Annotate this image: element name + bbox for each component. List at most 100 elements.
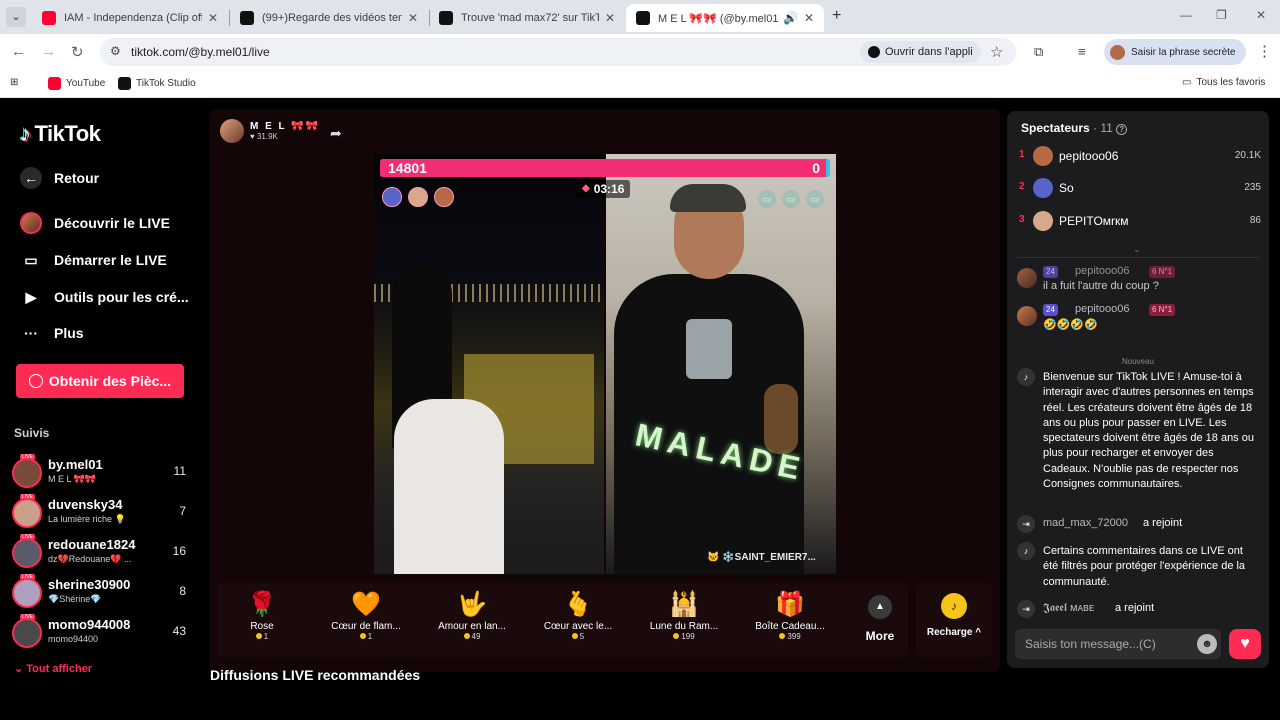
gift-love-sign[interactable]: 🤟 Amour en lan... 49: [428, 589, 516, 649]
gift-heart-flame[interactable]: 🧡 Cœur de flam... 1: [322, 589, 410, 649]
address-bar[interactable]: ⚙ tiktok.com/@by.mel01/live Ouvrir dans …: [100, 38, 1016, 66]
media-controls-icon[interactable]: ≡: [1078, 44, 1086, 59]
speaker-icon[interactable]: 🔊: [783, 11, 798, 25]
chat-username: pepitooo06: [1075, 265, 1130, 277]
browser-menu-icon[interactable]: ⋮: [1257, 42, 1272, 60]
battle-video[interactable]: MALADE 14801 0 ◆ 03:16 ▭ ▭ ▭ 🐱 ❄️SAINT_E…: [374, 154, 836, 574]
gift-ramadan-moon[interactable]: 🕌 Lune du Ram... 199: [640, 589, 728, 649]
empty-seat-icon: ▭: [806, 190, 824, 208]
nav-start-live[interactable]: ▭ Démarrer le LIVE: [20, 249, 166, 271]
nav-more[interactable]: ··· Plus: [20, 322, 84, 344]
close-window-icon[interactable]: ✕: [1256, 8, 1266, 22]
recommended-live-heading: Diffusions LIVE recommandées: [210, 667, 421, 683]
new-tab-icon[interactable]: +: [832, 7, 841, 25]
site-settings-icon[interactable]: ⚙: [110, 44, 121, 58]
gift-name: Cœur de flam...: [331, 621, 401, 632]
system-message-filter: ♪ Certains commentaires dans ce LIVE ont…: [1017, 542, 1261, 592]
following-item[interactable]: LIVE duvensky34 La lumière riche 💡 7: [12, 494, 192, 530]
following-item[interactable]: LIVE momo944008 momo94400 43: [12, 614, 192, 650]
open-in-app-button[interactable]: Ouvrir dans l'appli: [860, 41, 981, 63]
nav-label: Découvrir le LIVE: [54, 215, 170, 231]
following-item[interactable]: LIVE redouane1824 dz💔Redouane💔 ... 16: [12, 534, 192, 570]
back-link[interactable]: ← Retour: [20, 167, 99, 189]
following-name: duvensky34: [48, 497, 123, 512]
avatar: [12, 538, 42, 568]
close-tab-icon[interactable]: ✕: [605, 11, 615, 25]
viewer-count: 43: [172, 624, 186, 638]
rose-icon: 🌹: [247, 591, 277, 618]
tiktok-logo[interactable]: ♪ TikTok: [20, 121, 101, 147]
get-coins-button[interactable]: Obtenir des Pièc...: [16, 364, 184, 398]
join-message[interactable]: ⇥ mad_max_72000 a rejoint: [1017, 515, 1261, 533]
host-avatar[interactable]: [220, 119, 244, 143]
close-tab-icon[interactable]: ✕: [804, 11, 814, 25]
host-score: 14801: [388, 160, 427, 176]
bookmark-star-icon[interactable]: ☆: [990, 43, 1003, 61]
close-tab-icon[interactable]: ✕: [408, 11, 418, 25]
apps-grid-icon[interactable]: ⊞: [10, 77, 18, 88]
following-item[interactable]: LIVE sherine30900 💎Shérine💎 8: [12, 574, 192, 610]
nav-creator-tools[interactable]: ▶ Outils pour les cré...: [20, 286, 189, 308]
viewer-name: pepitooo06: [1059, 149, 1119, 163]
extensions-puzzle-icon[interactable]: ⧉: [1034, 44, 1043, 60]
share-icon[interactable]: ➦: [330, 125, 342, 142]
reload-icon[interactable]: ↻: [71, 43, 84, 61]
avatar: [1033, 146, 1053, 166]
all-bookmarks[interactable]: ▭ Tous les favoris: [1182, 77, 1265, 88]
following-item[interactable]: LIVE by.mel01 M E L 🎀🎀 11: [12, 454, 192, 490]
opponent-name[interactable]: 🐱 ❄️SAINT_EMIER7...: [707, 552, 816, 563]
minimize-icon[interactable]: —: [1180, 8, 1192, 22]
recharge-button[interactable]: ♪ Recharge ^: [916, 583, 992, 657]
gift-box[interactable]: 🎁 Boîte Cadeau... 399: [746, 589, 834, 649]
emoji-icon[interactable]: ☻: [1197, 634, 1217, 654]
chat-input-box[interactable]: ☻: [1015, 629, 1221, 659]
forward-arrow-icon[interactable]: →: [41, 43, 56, 60]
browser-tab-4-active[interactable]: M E L 🎀🎀 (@by.mel01) est en LIVE 🔊 ✕: [626, 4, 824, 32]
top-viewer-row[interactable]: 3 PEPITOмrкм 86: [1019, 210, 1261, 232]
show-all-link[interactable]: ⌄ Tout afficher: [14, 662, 92, 675]
browser-tab-3[interactable]: Trouve 'mad max72' sur TikTok ✕: [429, 4, 625, 32]
fan-badge: 6 N°1: [1149, 304, 1176, 316]
opponent-score: 0: [812, 160, 820, 176]
tab-search-chevron-icon[interactable]: ⌄: [6, 7, 26, 27]
viewer-count: 8: [179, 584, 186, 598]
bookmark-youtube[interactable]: YouTube: [48, 77, 105, 90]
bookmarks-bar: ⊞ YouTube TikTok Studio ▭ Tous les favor…: [0, 70, 1280, 98]
spectators-count: · 11: [1093, 121, 1113, 135]
bookmark-tiktok-studio[interactable]: TikTok Studio: [118, 77, 196, 90]
passphrase-button[interactable]: Saisir la phrase secrète: [1104, 39, 1246, 65]
back-arrow-icon[interactable]: ←: [11, 43, 26, 60]
battle-icon: ◆: [582, 183, 590, 194]
spectators-header[interactable]: Spectateurs · 11 ?: [1021, 121, 1128, 135]
spectators-label: Spectateurs: [1021, 121, 1090, 135]
nav-discover-live[interactable]: Découvrir le LIVE: [20, 212, 170, 234]
browser-tab-1[interactable]: IAM - Independenza (Clip officiel) ✕: [32, 4, 228, 32]
more-gifts-button[interactable]: ▲ More: [858, 595, 902, 643]
gift-price: 399: [746, 632, 834, 641]
join-arrow-icon: ⇥: [1017, 600, 1035, 618]
host-info[interactable]: M E L 🎀🎀 ♥ 31.9K: [220, 119, 320, 143]
chat-message[interactable]: 24 pepitooo06 6 N°1 il a fuit l'autre du…: [1017, 265, 1261, 300]
supporter-avatar[interactable]: [434, 187, 454, 207]
chat-message[interactable]: 24 pepitooo06 6 N°1 🤣🤣🤣🤣: [1017, 303, 1261, 338]
supporter-avatar[interactable]: [382, 187, 402, 207]
tab-title: Trouve 'mad max72' sur TikTok: [461, 12, 599, 24]
gift-finger-heart[interactable]: 🫰 Cœur avec le... 5: [534, 589, 622, 649]
maximize-icon[interactable]: ❐: [1216, 8, 1227, 22]
gift-rose[interactable]: 🌹 Rose 1: [218, 589, 306, 649]
top-viewer-row[interactable]: 1 pepitooo06 20.1K: [1019, 145, 1261, 167]
top-viewer-row[interactable]: 2 So 235: [1019, 177, 1261, 199]
url-text[interactable]: tiktok.com/@by.mel01/live: [131, 45, 270, 59]
gift-box-icon: 🎁: [775, 591, 805, 618]
supporter-avatar[interactable]: [408, 187, 428, 207]
heart-button[interactable]: ♥: [1229, 629, 1261, 659]
chat-input[interactable]: [1015, 629, 1221, 659]
expand-chevron-icon[interactable]: ⌄: [1133, 244, 1141, 255]
host-video-feed: [374, 154, 604, 574]
gift-bar: 🌹 Rose 1 🧡 Cœur de flam... 1 🤟 Amour en …: [218, 583, 908, 657]
join-message[interactable]: ⇥ 𝕵𝖆𝖊𝖊𝖑 ᴍᴀʙᴇ a rejoint: [1017, 600, 1261, 618]
browser-tab-2[interactable]: (99+)Regarde des vidéos tendance ✕: [230, 4, 428, 32]
nav-label: Plus: [54, 325, 84, 341]
close-tab-icon[interactable]: ✕: [208, 11, 218, 25]
help-icon[interactable]: ?: [1116, 124, 1128, 135]
